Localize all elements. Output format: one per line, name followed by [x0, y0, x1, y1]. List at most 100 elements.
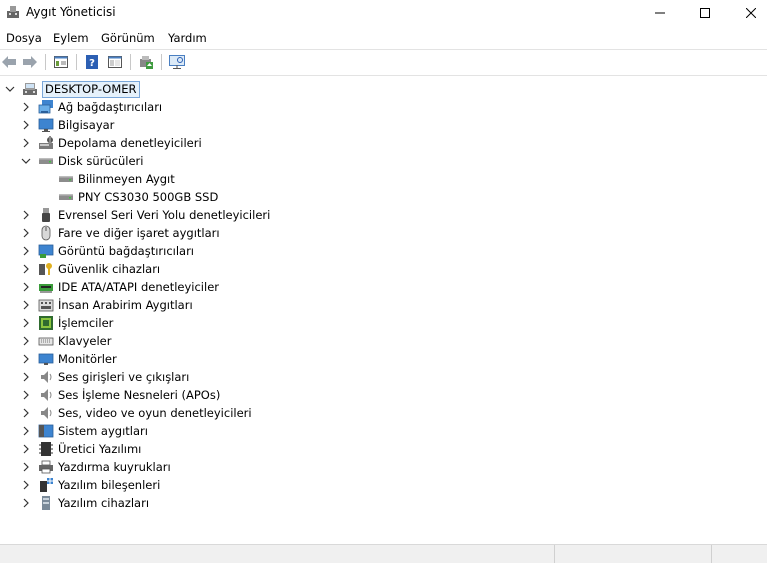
chevron-right-icon[interactable]: [20, 407, 32, 419]
tree-item-label: PNY CS3030 500GB SSD: [78, 190, 219, 204]
tree-item-label: Görüntü bağdaştırıcıları: [58, 244, 195, 258]
tree-item-usb-controllers[interactable]: Evrensel Seri Veri Yolu denetleyicileri: [20, 206, 270, 224]
ide-controller-icon: [38, 279, 54, 295]
chevron-right-icon[interactable]: [20, 461, 32, 473]
chevron-right-icon[interactable]: [20, 227, 32, 239]
close-button[interactable]: [728, 0, 767, 26]
chevron-right-icon[interactable]: [20, 263, 32, 275]
chevron-right-icon[interactable]: [20, 389, 32, 401]
tree-item-disk-drives[interactable]: Disk sürücüleri: [20, 152, 143, 170]
toolbar-separator-line: [0, 75, 767, 76]
tree-item-print-queues[interactable]: Yazdırma kuyrukları: [20, 458, 171, 476]
chevron-right-icon[interactable]: [20, 497, 32, 509]
tree-item-monitors[interactable]: Monitörler: [20, 350, 117, 368]
tree-item-label: İnsan Arabirim Aygıtları: [58, 298, 193, 312]
menu-action[interactable]: Eylem: [53, 31, 89, 45]
tree-item-software-devices[interactable]: Yazılım cihazları: [20, 494, 149, 512]
update-driver-icon[interactable]: [137, 53, 155, 71]
tree-item-software-components[interactable]: Yazılım bileşenleri: [20, 476, 160, 494]
title-bar: Aygıt Yöneticisi: [0, 0, 767, 26]
tree-item-audio-io[interactable]: Ses girişleri ve çıkışları: [20, 368, 189, 386]
menu-view[interactable]: Görünüm: [101, 31, 155, 45]
chevron-down-icon[interactable]: [4, 83, 16, 95]
scan-hardware-icon[interactable]: [168, 53, 186, 71]
menu-file[interactable]: Dosya: [6, 31, 42, 45]
chevron-right-icon[interactable]: [20, 101, 32, 113]
tree-item-label: İşlemciler: [58, 316, 114, 330]
tree-item-ide-controllers[interactable]: IDE ATA/ATAPI denetleyiciler: [20, 278, 219, 296]
toolbar: ?: [0, 51, 767, 74]
view-icon[interactable]: [106, 53, 124, 71]
chevron-right-icon[interactable]: [20, 299, 32, 311]
chevron-right-icon[interactable]: [20, 443, 32, 455]
software-device-icon: [38, 495, 54, 511]
tree-item-mice[interactable]: Fare ve diğer işaret aygıtları: [20, 224, 220, 242]
chevron-right-icon[interactable]: [20, 281, 32, 293]
firmware-icon: [38, 441, 54, 457]
tree-child-unknown-device[interactable]: Bilinmeyen Aygıt: [58, 170, 175, 188]
tree-item-firmware[interactable]: Üretici Yazılımı: [20, 440, 141, 458]
tree-child-pny-ssd[interactable]: PNY CS3030 500GB SSD: [58, 188, 218, 206]
display-adapter-icon: [38, 243, 54, 259]
tree-item-label: Bilgisayar: [58, 118, 115, 132]
properties-icon[interactable]: [52, 53, 70, 71]
status-divider: [554, 545, 555, 563]
chevron-right-icon[interactable]: [20, 335, 32, 347]
tree-item-display-adapters[interactable]: Görüntü bağdaştırıcıları: [20, 242, 194, 260]
disk-drive-icon: [58, 189, 74, 205]
toolbar-separator: [76, 54, 77, 70]
chevron-right-icon[interactable]: [20, 317, 32, 329]
software-component-icon: [38, 477, 54, 493]
tree-item-label: Ses girişleri ve çıkışları: [58, 370, 190, 384]
chevron-right-icon[interactable]: [20, 353, 32, 365]
chevron-right-icon[interactable]: [20, 371, 32, 383]
mouse-icon: [38, 225, 54, 241]
status-divider: [711, 545, 712, 563]
tree-item-label: Monitörler: [58, 352, 117, 366]
tree-item-label: Evrensel Seri Veri Yolu denetleyicileri: [58, 208, 271, 222]
tree-item-label: Klavyeler: [58, 334, 112, 348]
speaker-icon: [38, 369, 54, 385]
tree-item-label: Güvenlik cihazları: [58, 262, 161, 276]
tree-item-security-devices[interactable]: Güvenlik cihazları: [20, 260, 160, 278]
help-icon[interactable]: ?: [83, 53, 101, 71]
chevron-right-icon[interactable]: [20, 245, 32, 257]
network-adapter-icon: [38, 99, 54, 115]
printer-icon: [38, 459, 54, 475]
back-icon[interactable]: [0, 53, 18, 71]
chevron-right-icon[interactable]: [20, 209, 32, 221]
chevron-right-icon[interactable]: [20, 137, 32, 149]
menu-bar: Dosya Eylem Görünüm Yardım: [0, 28, 767, 48]
monitor-icon: [38, 351, 54, 367]
tree-item-hid[interactable]: İnsan Arabirim Aygıtları: [20, 296, 193, 314]
tree-root[interactable]: DESKTOP-OMER: [4, 80, 140, 98]
maximize-button[interactable]: [682, 0, 728, 26]
disk-drive-icon: [58, 171, 74, 187]
computer-monitor-icon: [38, 117, 54, 133]
tree-item-label: Bilinmeyen Aygıt: [78, 172, 175, 186]
tree-item-system-devices[interactable]: Sistem aygıtları: [20, 422, 148, 440]
tree-item-label: Ses, video ve oyun denetleyicileri: [58, 406, 252, 420]
chevron-right-icon[interactable]: [20, 119, 32, 131]
menu-separator: [0, 49, 767, 50]
tree-item-audio-apos[interactable]: Ses İşleme Nesneleri (APOs): [20, 386, 220, 404]
chevron-right-icon[interactable]: [20, 425, 32, 437]
tree-item-network-adapters[interactable]: Ağ bağdaştırıcıları: [20, 98, 162, 116]
forward-icon[interactable]: [21, 53, 39, 71]
minimize-button[interactable]: [637, 0, 683, 26]
system-devices-icon: [38, 423, 54, 439]
menu-help[interactable]: Yardım: [168, 31, 207, 45]
tree-item-keyboards[interactable]: Klavyeler: [20, 332, 111, 350]
tree-item-sound-video-game[interactable]: Ses, video ve oyun denetleyicileri: [20, 404, 252, 422]
svg-text:?: ?: [89, 58, 95, 69]
chevron-down-icon[interactable]: [20, 155, 32, 167]
toolbar-separator: [45, 54, 46, 70]
tree-item-storage-controllers[interactable]: Depolama denetleyicileri: [20, 134, 202, 152]
toolbar-separator: [130, 54, 131, 70]
chevron-right-icon[interactable]: [20, 479, 32, 491]
tree-item-label: Ses İşleme Nesneleri (APOs): [58, 388, 221, 402]
tree-item-computer[interactable]: Bilgisayar: [20, 116, 114, 134]
tree-item-label: Üretici Yazılımı: [58, 442, 142, 456]
tree-item-processors[interactable]: İşlemciler: [20, 314, 113, 332]
storage-controller-icon: [38, 135, 54, 151]
